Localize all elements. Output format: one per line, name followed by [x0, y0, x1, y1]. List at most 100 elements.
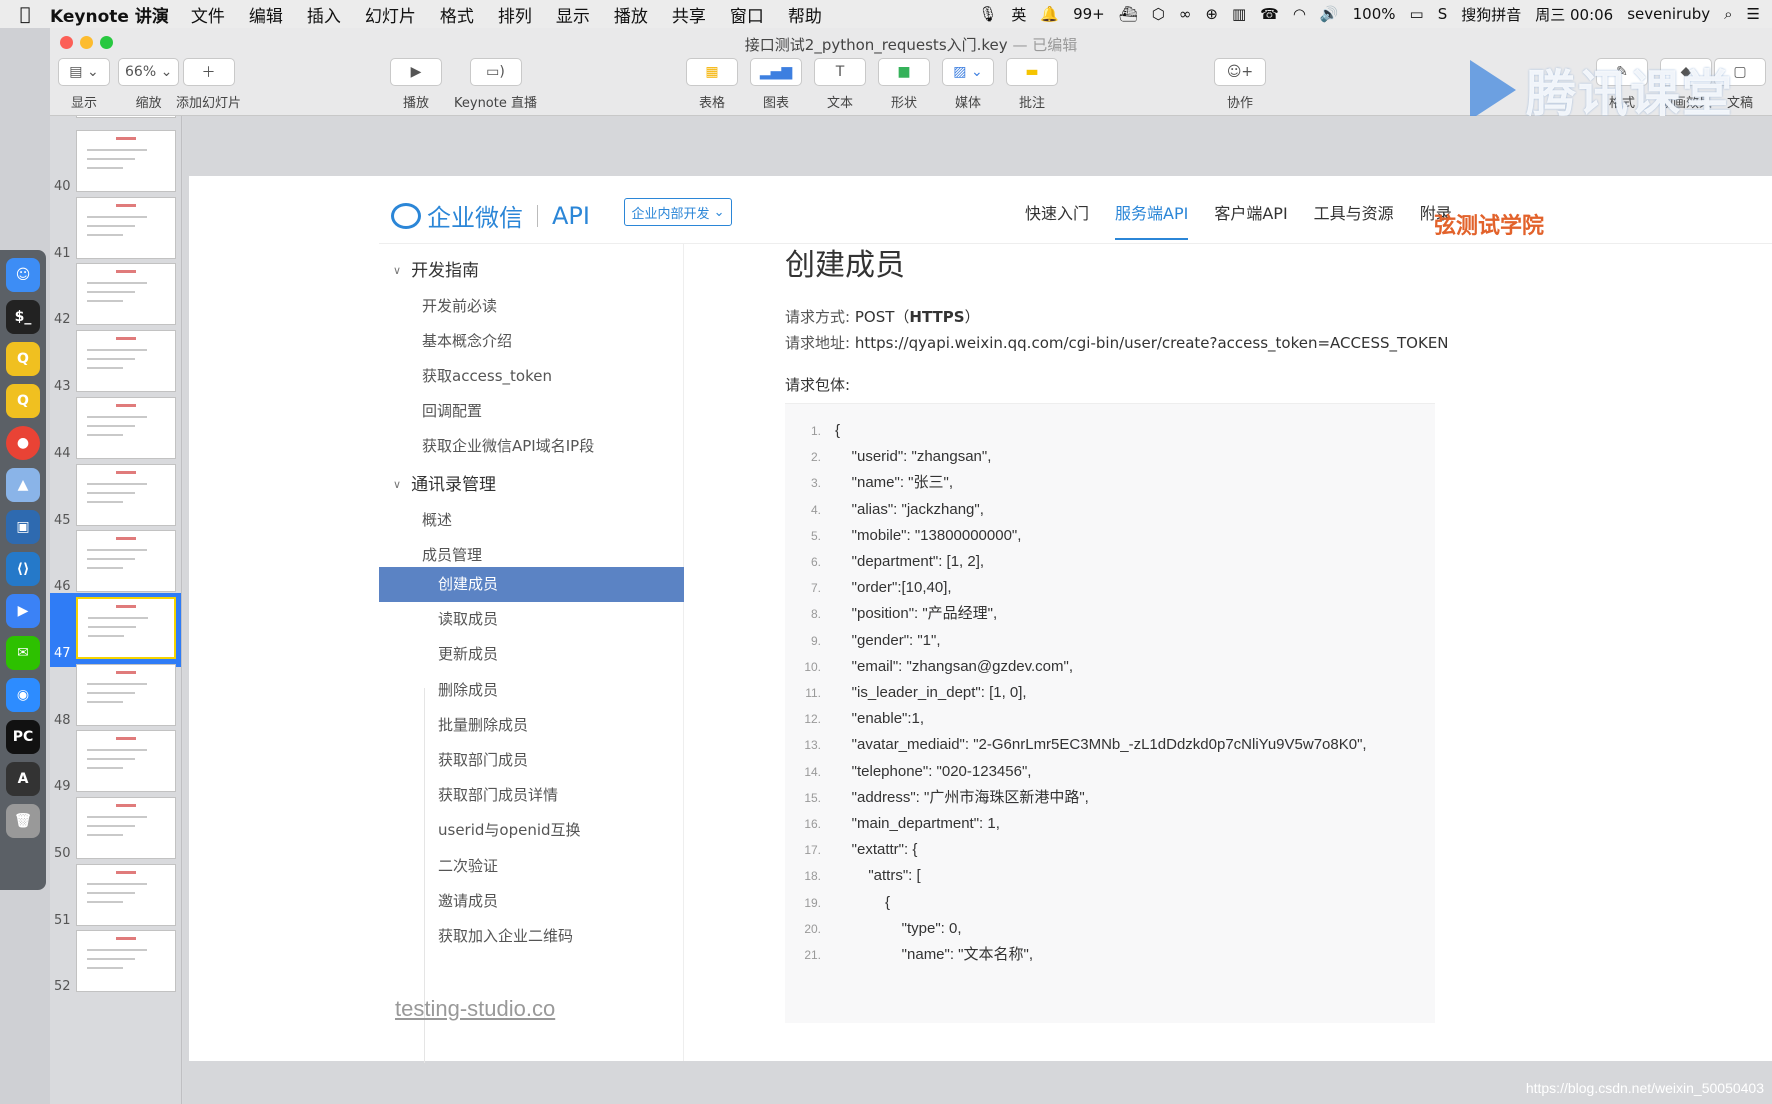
toolbar-play[interactable]: ▶ 播放 — [390, 58, 442, 111]
mic-icon[interactable]: 🎙 — [978, 5, 997, 23]
sidebar-sub-item[interactable]: 获取部门成员详情 — [379, 778, 684, 813]
glasses-icon[interactable]: ∞ — [1179, 5, 1192, 23]
nav-client-api[interactable]: 客户端API — [1214, 200, 1287, 240]
user-name[interactable]: seveniruby — [1627, 5, 1710, 23]
slide-thumbnail[interactable] — [76, 330, 176, 393]
slide-thumb[interactable]: 42 — [50, 259, 181, 333]
nav-quickstart[interactable]: 快速入门 — [1025, 200, 1089, 240]
menu-insert[interactable]: 插入 — [307, 2, 341, 27]
chart-icon[interactable]: ▂▄▆ — [750, 58, 802, 86]
wechat-icon[interactable]: ✉ — [6, 636, 40, 670]
slide-navigator[interactable]: 39 404142434445464748495051 52 — [50, 116, 182, 1104]
spotlight-icon[interactable]: ⌕ — [1724, 5, 1732, 23]
notification-icon[interactable]: 🔔 — [1040, 5, 1059, 23]
apk-icon[interactable]: A — [6, 762, 40, 796]
toolbar-media[interactable]: ▨ ⌄ 媒体 — [942, 58, 994, 111]
toolbar-view[interactable]: ▤ ⌄ 显示 — [58, 58, 110, 111]
sidebar-sub-item[interactable]: userid与openid互换 — [379, 813, 684, 848]
slide-thumb[interactable]: 41 — [50, 193, 181, 267]
slide-thumbnail[interactable] — [76, 196, 176, 259]
docker-icon[interactable]: ⛴ — [1119, 5, 1138, 23]
wifi-icon[interactable]: ◠ — [1293, 5, 1306, 23]
slide-thumbnail[interactable] — [76, 530, 176, 593]
comment-icon[interactable]: ▬ — [1006, 58, 1058, 86]
sidebar-sub-item[interactable]: 创建成员 — [379, 567, 684, 602]
slide-thumb[interactable]: 49 — [50, 726, 181, 800]
menu-arrange[interactable]: 排列 — [498, 2, 532, 27]
slide-thumb[interactable]: 51 — [50, 860, 181, 934]
input-en-icon[interactable]: 英 — [1011, 4, 1026, 25]
slide-thumbnail[interactable] — [76, 663, 176, 726]
slide-thumbnail[interactable] — [76, 930, 176, 993]
menu-file[interactable]: 文件 — [191, 2, 225, 27]
notification-center-icon[interactable]: ☰ — [1747, 5, 1760, 23]
slide-thumbnail[interactable] — [76, 116, 176, 118]
clock[interactable]: 周三 00:06 — [1535, 4, 1613, 25]
play-icon[interactable]: ▶ — [390, 58, 442, 86]
sogou-icon[interactable]: S — [1438, 5, 1448, 23]
sidebar-section-dev-guide[interactable]: ∨ 开发指南 — [393, 256, 479, 281]
slide-thumbnail[interactable] — [76, 130, 176, 192]
slide-thumb[interactable]: 52 — [50, 926, 181, 1000]
toolbar-live[interactable]: ▭) Keynote 直播 — [454, 58, 537, 111]
nav-tools[interactable]: 工具与资源 — [1314, 200, 1394, 240]
media-icon[interactable]: ▨ ⌄ — [942, 58, 994, 86]
view-icon[interactable]: ▤ ⌄ — [58, 58, 110, 86]
slide-thumb[interactable]: 45 — [50, 460, 181, 534]
sidebar-item[interactable]: 获取access_token — [422, 365, 552, 386]
sidebar-sub-item[interactable]: 邀请成员 — [379, 884, 684, 919]
menu-window[interactable]: 窗口 — [730, 2, 764, 27]
sidebar-sub-item[interactable]: 读取成员 — [379, 602, 684, 637]
slide-thumb[interactable]: 47 — [50, 592, 181, 667]
sidebar-item[interactable]: 回调配置 — [422, 400, 482, 421]
toolbar-add-slide[interactable]: ＋ 添加幻灯片 — [176, 58, 241, 111]
code-block[interactable]: 1.{2. "userid": "zhangsan", 3. "name": "张… — [785, 403, 1435, 1023]
sidebar-sub-item[interactable]: 批量删除成员 — [379, 708, 684, 743]
slide-thumbnail[interactable] — [76, 863, 176, 926]
menu-app-name[interactable]: Keynote 讲演 — [50, 2, 169, 27]
screen-icon[interactable]: ▣ — [6, 510, 40, 544]
slide-thumbnail[interactable] — [76, 396, 176, 459]
menu-help[interactable]: 帮助 — [788, 2, 822, 27]
sidebar-sub-item[interactable]: 删除成员 — [379, 673, 684, 708]
slide-thumb[interactable]: 39 — [50, 116, 181, 126]
qq-icon[interactable]: Q — [6, 342, 40, 376]
sidebar-section-contacts[interactable]: ∨ 通讯录管理 — [393, 470, 496, 495]
toolbar-zoom[interactable]: 66% ⌄ 缩放 — [118, 58, 180, 111]
toolbar-comment[interactable]: ▬ 批注 — [1006, 58, 1058, 111]
sidebar-sub-item[interactable]: 获取加入企业二维码 — [379, 919, 684, 954]
pycharm-icon[interactable]: PC — [6, 720, 40, 754]
live-icon[interactable]: ▭) — [469, 58, 522, 86]
sidebar-item[interactable]: 开发前必读 — [422, 295, 497, 316]
toolbar-chart[interactable]: ▂▄▆ 图表 — [750, 58, 802, 111]
sidebar-item[interactable]: 基本概念介绍 — [422, 330, 512, 351]
nav-server-api[interactable]: 服务端API — [1115, 200, 1189, 240]
slide-thumbnail[interactable] — [76, 463, 176, 526]
menu-share[interactable]: 共享 — [672, 2, 706, 27]
zoom-icon[interactable]: ◉ — [6, 678, 40, 712]
toolbar-table[interactable]: ▦ 表格 — [686, 58, 738, 111]
menu-slide[interactable]: 幻灯片 — [365, 2, 416, 27]
sidebar-item[interactable]: 成员管理 — [422, 544, 482, 565]
slide-thumb[interactable]: 46 — [50, 526, 181, 600]
network-icon[interactable]: ⊕ — [1205, 5, 1218, 23]
sidebar-item[interactable]: 获取企业微信API域名IP段 — [422, 435, 594, 456]
zoom-select[interactable]: 66% ⌄ — [118, 58, 180, 86]
url-value[interactable]: https://qyapi.weixin.qq.com/cgi-bin/user… — [855, 334, 1449, 352]
phone-icon[interactable]: ☎ — [1260, 5, 1279, 23]
sidebar-item[interactable]: 概述 — [422, 509, 452, 530]
toolbar-text[interactable]: T 文本 — [814, 58, 866, 111]
apple-icon[interactable]:  — [0, 4, 50, 25]
slide[interactable]: 企业微信 API 企业内部开发 ⌄ 快速入门 服务端API 客户端API 工具与… — [189, 176, 1772, 1063]
slide-thumbnail[interactable] — [76, 263, 176, 326]
toolbar-collaborate[interactable]: ☺+ 协作 — [1214, 58, 1266, 111]
table-icon[interactable]: ▦ — [686, 58, 738, 86]
vscode-icon[interactable]: ⟨⟩ — [6, 552, 40, 586]
slide-thumbnail[interactable] — [76, 596, 176, 659]
volume-icon[interactable]: 🔊 — [1320, 5, 1339, 23]
toolbar-shape[interactable]: ■ 形状 — [878, 58, 930, 111]
slide-thumb[interactable]: 43 — [50, 326, 181, 400]
sidebar-sub-item[interactable]: 获取部门成员 — [379, 743, 684, 778]
text-icon[interactable]: T — [814, 58, 866, 86]
menu-play[interactable]: 播放 — [614, 2, 648, 27]
